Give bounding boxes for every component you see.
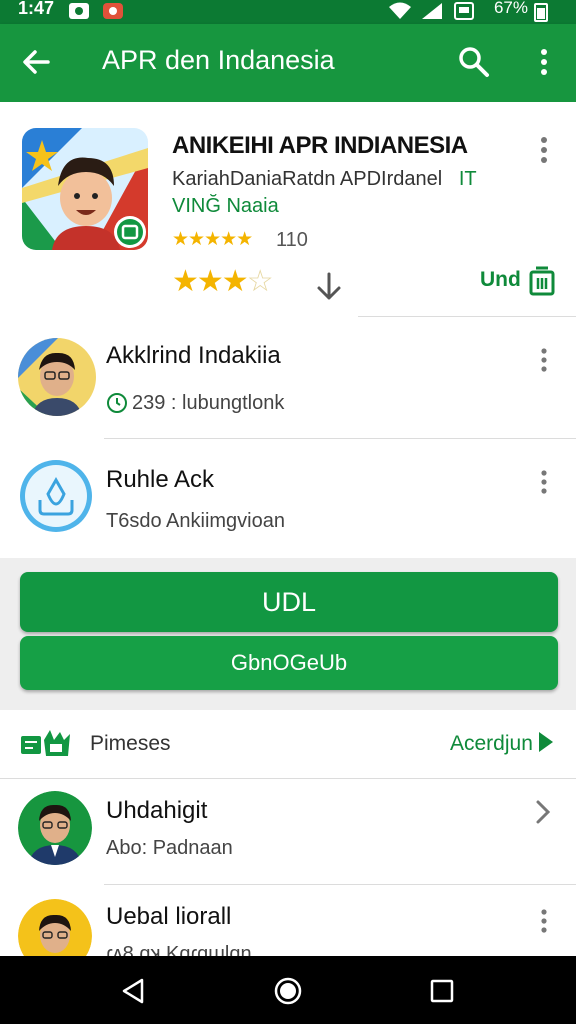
rating-count: 110	[276, 229, 308, 251]
nav-recents-icon[interactable]	[427, 976, 457, 1006]
notification-icon	[69, 3, 89, 19]
list-item[interactable]: Uebal liorall ɾʌ8 ɑʞ Kɑɾɑɰlɑn	[0, 885, 576, 956]
list-item[interactable]: Akklrind Indakiia 239 : lubungtlonk	[0, 318, 576, 438]
status-bar: 1:47 67%	[0, 0, 576, 24]
app-logo-icon[interactable]	[22, 128, 148, 250]
back-arrow-icon[interactable]	[18, 44, 54, 80]
section-link[interactable]: Acerdjun	[450, 730, 557, 756]
section-link-label: Acerdjun	[450, 732, 533, 755]
download-arrow-icon[interactable]	[312, 270, 346, 304]
status-time: 1:47	[18, 0, 55, 18]
clock-icon	[107, 393, 127, 413]
list-item-more-icon[interactable]	[534, 346, 554, 374]
list-item[interactable]: Uhdahigit Abo: Padnaan	[0, 779, 576, 883]
user-rating-stars[interactable]: ★★★☆	[172, 264, 274, 299]
list-item-subtitle: 239 : lubungtlonk	[132, 392, 285, 414]
rating-stars: ★★★★★	[172, 229, 253, 250]
section-title: Pimeses	[90, 732, 171, 755]
featured-more-icon[interactable]	[532, 135, 556, 165]
list-item-more-icon[interactable]	[534, 468, 554, 496]
sim-icon	[454, 2, 474, 20]
nav-back-icon[interactable]	[118, 976, 148, 1006]
arrow-right-icon	[538, 732, 553, 752]
list-item-more-icon[interactable]	[534, 907, 554, 935]
page-title: APR den Indanesia	[102, 45, 335, 75]
list-item-subtitle: T6sdo Ankiimgvioan	[106, 510, 285, 532]
list-item-title: Akklrind Indakiia	[106, 342, 281, 369]
list-item-title: Uhdahigit	[106, 797, 208, 824]
chevron-right-icon[interactable]	[532, 799, 554, 825]
secondary-button[interactable]: GbnOGeUb	[20, 636, 558, 690]
store-icon	[21, 730, 70, 756]
uninstall-label[interactable]: Und	[480, 268, 521, 292]
list-item-title: Uebal liorall	[106, 903, 232, 930]
avatar	[18, 899, 92, 956]
uninstall-icon[interactable]	[528, 266, 556, 296]
app-bar: APR den Indanesia	[0, 24, 576, 102]
search-icon[interactable]	[456, 44, 492, 80]
list-item-title: Ruhle Ack	[106, 466, 215, 493]
card-divider	[358, 316, 576, 317]
avatar	[18, 791, 92, 865]
featured-app-subtitle-text: KariahDaniaRatdn APDIrdanel	[172, 168, 443, 190]
battery-percent: 67%	[493, 0, 528, 17]
more-vert-icon[interactable]	[528, 44, 560, 80]
list-item-subtitle-prefix: Abo:	[106, 837, 153, 859]
cloud-upload-icon	[20, 460, 92, 532]
featured-app-title[interactable]: ANIKEIHI APR INDIANESIA	[172, 132, 468, 160]
wifi-icon	[389, 2, 411, 19]
nav-home-icon[interactable]	[273, 976, 303, 1006]
featured-app-subtitle-tail: IT	[458, 168, 477, 190]
user-rating-stars-filled: ★★★	[172, 265, 249, 298]
signal-icon	[422, 3, 442, 19]
app-notification-icon	[103, 3, 123, 19]
battery-icon	[534, 3, 548, 22]
developer-name[interactable]: VINĞ Naaia	[172, 195, 279, 218]
list-item-subtitle: ɾʌ8 ɑʞ Kɑɾɑɰlɑn	[106, 943, 252, 956]
primary-button[interactable]: UDL	[20, 572, 558, 632]
list-item-subtitle-text: Padnaan	[152, 837, 233, 859]
list-item-subtitle: Abo: Padnaan	[106, 837, 233, 860]
half-star-icon: ☆	[246, 265, 274, 298]
list-divider	[104, 438, 576, 439]
list-item[interactable]: Ruhle Ack T6sdo Ankiimgvioan	[0, 440, 576, 558]
featured-app-subtitle: KariahDaniaRatdn APDIrdanel IT	[172, 168, 477, 191]
avatar	[18, 338, 96, 416]
